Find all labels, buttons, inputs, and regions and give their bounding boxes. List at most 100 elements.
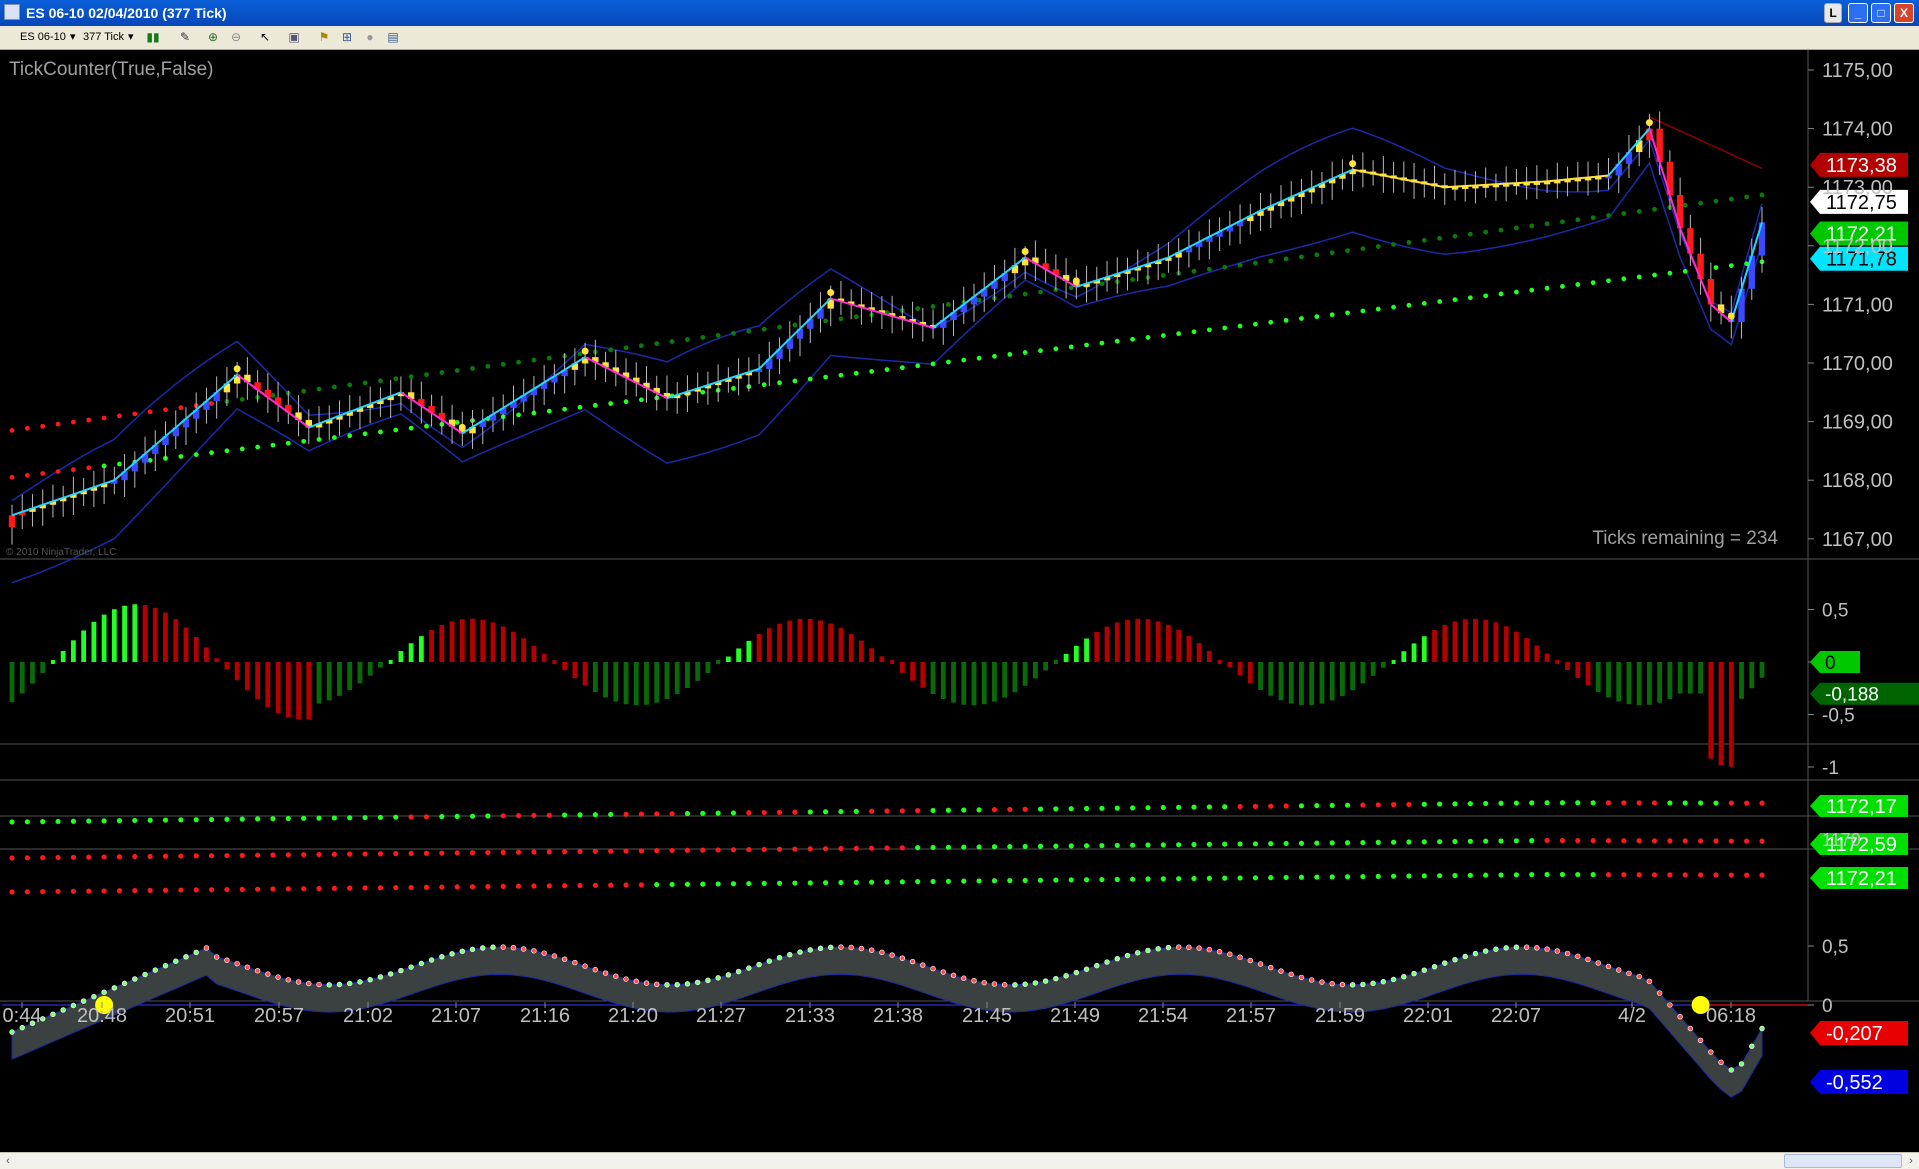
- histogram-bar: [398, 651, 404, 662]
- interval-dropdown-icon[interactable]: ▾: [128, 29, 134, 46]
- time-axis-label: 21:57: [1226, 1005, 1276, 1027]
- trend-line-segment: [1444, 185, 1456, 189]
- horizontal-scrollbar[interactable]: ‹ ›: [0, 1152, 1919, 1169]
- ma-dot-fast: [285, 440, 291, 446]
- oscillator-dot: [1697, 1037, 1704, 1043]
- time-axis-label: 21:16: [520, 1005, 570, 1027]
- ma-dot-fast: [899, 365, 905, 371]
- strategies-icon[interactable]: ⊞: [340, 30, 354, 44]
- ma-dot-slow: [132, 411, 138, 417]
- cursor-icon[interactable]: ↖: [258, 30, 272, 44]
- oscillator-dot: [971, 977, 977, 984]
- strip-dot: [822, 809, 829, 815]
- time-axis-label: 21:33: [785, 1005, 835, 1027]
- trend-line-segment: [1454, 185, 1466, 188]
- zoom-out-icon[interactable]: ⊖: [229, 30, 243, 44]
- oscillator-dot: [1094, 962, 1100, 969]
- time-axis-label: 21:45: [962, 1005, 1012, 1027]
- y-axis-label: 1169,00: [1822, 412, 1893, 434]
- histogram-bar: [1739, 662, 1744, 699]
- histogram-bar: [296, 662, 301, 720]
- histogram-bar: [449, 621, 455, 662]
- strip-dot: [1053, 843, 1059, 849]
- ma-dot-slow: [715, 332, 721, 338]
- strip-dot: [70, 888, 77, 894]
- ma-dot-fast: [454, 420, 460, 425]
- histogram-bar: [429, 629, 434, 662]
- indicators-icon[interactable]: ⚑: [317, 30, 331, 44]
- oscillator-dot: [1472, 950, 1479, 957]
- histogram-bar: [1278, 662, 1284, 701]
- instrument-dropdown-icon[interactable]: ▾: [70, 29, 76, 46]
- scroll-right-icon[interactable]: ›: [1903, 1153, 1919, 1169]
- strip-dot: [1559, 837, 1566, 844]
- strip-dot: [224, 886, 230, 893]
- oscillator-dot: [132, 976, 138, 982]
- strip-dot: [408, 884, 414, 891]
- oscillator-dot: [582, 963, 588, 969]
- close-icon[interactable]: X: [1894, 3, 1914, 23]
- histogram-bar: [347, 662, 353, 691]
- oscillator-dot: [387, 971, 394, 977]
- ma-dot-slow: [792, 322, 798, 328]
- scroll-left-icon[interactable]: ‹: [0, 1153, 16, 1169]
- bar-style-icon[interactable]: ▮▮: [146, 30, 160, 44]
- chart-area[interactable]: 1173,38 1172,75 1172,21 1171,78 0,5 -0,5 -1 0-…: [0, 50, 1919, 1152]
- strip-dot: [1176, 842, 1182, 848]
- strip-dot: [55, 854, 61, 861]
- histogram-bar: [572, 662, 578, 679]
- histogram-bar: [603, 662, 608, 698]
- interval-selector[interactable]: 377 Tick: [83, 29, 124, 46]
- zoom-in-icon[interactable]: ⊕: [206, 30, 220, 44]
- strip-dot: [546, 812, 552, 818]
- oscillator-dot: [1135, 950, 1141, 956]
- histogram-bar: [541, 653, 547, 662]
- histogram-bar: [1114, 622, 1120, 662]
- properties-icon[interactable]: ▣: [287, 30, 301, 44]
- strip-dot: [1636, 838, 1642, 844]
- oscillator-dot: [1339, 981, 1346, 988]
- strip-dot: [515, 883, 522, 889]
- strip-dot: [1237, 875, 1243, 881]
- ma-dot-fast: [1007, 352, 1013, 357]
- oscillator-dot: [991, 981, 998, 987]
- strip-dot: [1344, 874, 1351, 880]
- oscillator-dot: [1564, 950, 1571, 957]
- data-box-icon[interactable]: ●: [363, 30, 377, 44]
- ma-dot-slow: [761, 326, 767, 332]
- ma-dot-fast: [255, 444, 261, 450]
- instrument-selector[interactable]: ES 06-10: [20, 29, 66, 46]
- oscillator-dot: [1728, 1067, 1734, 1073]
- maximize-icon[interactable]: □: [1871, 3, 1891, 23]
- oscillator-dot: [1646, 978, 1653, 984]
- oscillator-dot: [9, 1029, 15, 1035]
- oscillator-dot: [500, 944, 506, 950]
- oscillator-dot: [889, 952, 895, 958]
- chart-options-icon[interactable]: ▤: [386, 30, 400, 44]
- time-axis-label: 21:07: [431, 1005, 481, 1027]
- oscillator-dot: [336, 981, 343, 988]
- y-axis-label: 1168,00: [1822, 470, 1893, 492]
- oscillator-dot: [142, 971, 148, 978]
- restore-left-icon[interactable]: L: [1824, 3, 1842, 23]
- ma-dot-fast: [1329, 312, 1335, 318]
- ma-dot-slow: [500, 361, 506, 367]
- ma-dot-fast: [224, 448, 230, 454]
- ma-dot-slow: [731, 330, 736, 336]
- ma-dot-slow: [838, 316, 844, 322]
- scrollbar-thumb[interactable]: [1784, 1154, 1902, 1168]
- histogram-bar: [490, 622, 496, 662]
- chart-svg[interactable]: 1173,381172,751172,211171,78 0,5-0,5-10-…: [0, 50, 1919, 1152]
- minimize-icon[interactable]: _: [1848, 3, 1868, 23]
- ma-dot-fast: [577, 404, 583, 410]
- histogram-bar: [183, 627, 189, 662]
- strip-dot: [1713, 838, 1719, 844]
- pencil-icon[interactable]: ✎: [178, 30, 192, 44]
- histogram-bar: [1677, 662, 1683, 694]
- oscillator-dot: [643, 980, 650, 986]
- ma-dot-slow: [1237, 262, 1243, 268]
- oscillator-dot: [80, 998, 87, 1004]
- oscillator-dot: [1452, 956, 1458, 963]
- ma-dot-slow: [1452, 233, 1458, 239]
- strip-dot: [362, 851, 368, 857]
